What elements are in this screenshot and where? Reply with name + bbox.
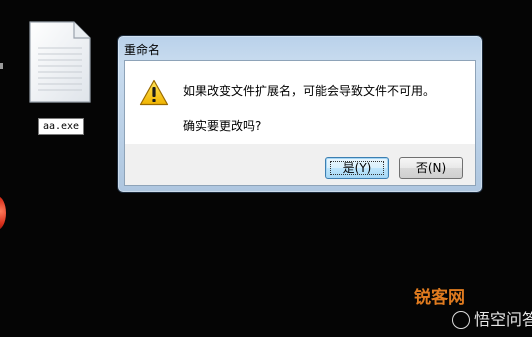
- dialog-title: 重命名: [124, 43, 161, 57]
- warning-icon: [139, 79, 169, 106]
- watermark-logo: 锐客网: [414, 288, 465, 308]
- yes-button[interactable]: 是(Y): [325, 157, 389, 179]
- dialog-content: 如果改变文件扩展名，可能会导致文件不可用。 确实要更改吗?: [125, 61, 475, 144]
- no-button-label: 否(N): [415, 161, 447, 175]
- no-button[interactable]: 否(N): [399, 157, 463, 179]
- watermark-caption: 悟空问答: [474, 310, 532, 329]
- dialog-question: 确实要更改吗?: [183, 119, 262, 133]
- file-icon[interactable]: [28, 20, 92, 104]
- watermark-caption-row: 悟空问答: [452, 308, 532, 332]
- watermark-badge-icon: [452, 311, 470, 329]
- dialog-client-area: 如果改变文件扩展名，可能会导致文件不可用。 确实要更改吗? 是(Y) 否(N): [124, 60, 476, 186]
- file-name-label[interactable]: aa.exe: [38, 118, 84, 135]
- dialog-titlebar[interactable]: 重命名: [124, 39, 464, 59]
- desktop-edge-fragment: [0, 63, 3, 69]
- start-orb-fragment[interactable]: [0, 196, 6, 230]
- dialog-message: 如果改变文件扩展名，可能会导致文件不可用。: [183, 84, 436, 98]
- rename-dialog: 重命名 如果改变文件扩展名，可能会导致文件不可用。 确实要更改吗? 是(Y) 否…: [117, 35, 483, 193]
- yes-button-label: 是(Y): [342, 161, 372, 175]
